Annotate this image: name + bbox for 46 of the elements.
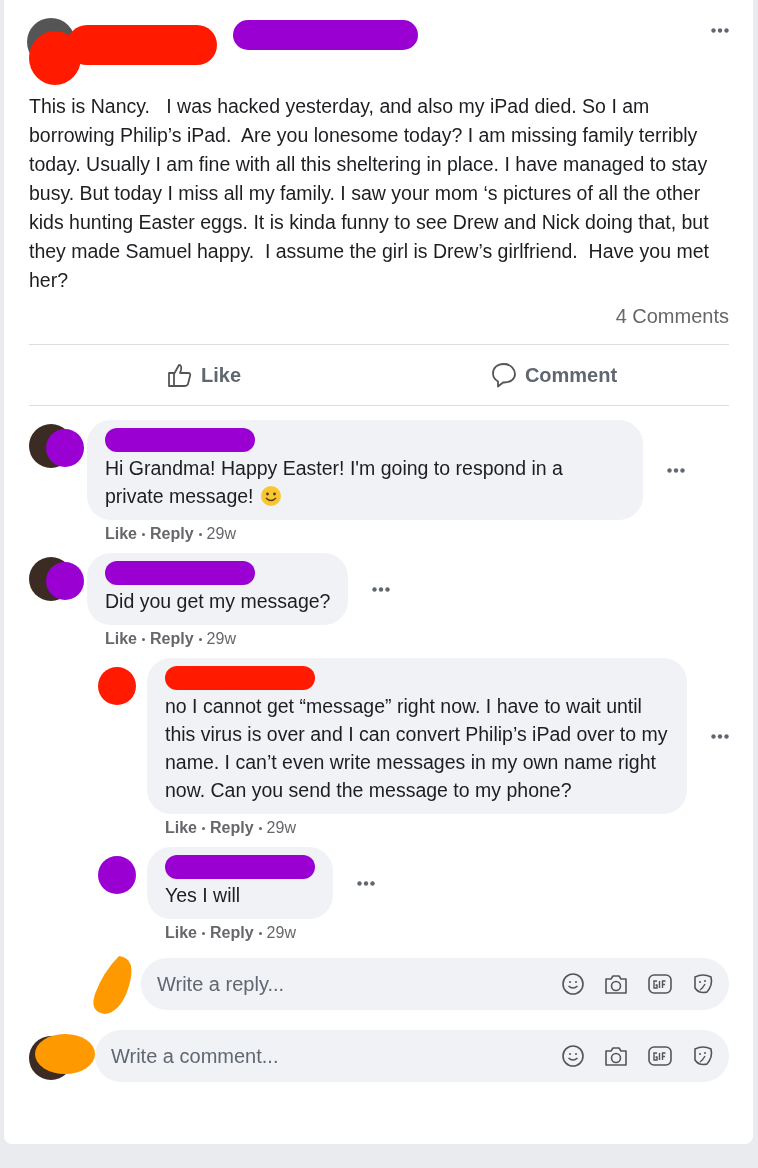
separator-dot-icon [142,532,145,536]
reply-link[interactable]: Reply [210,819,254,837]
separator-dot-icon [258,931,262,935]
separator-dot-icon [258,826,262,830]
more-options-icon[interactable] [667,467,685,473]
reply-link[interactable]: Reply [150,630,194,648]
comment-count[interactable]: 4 Comments [615,305,729,328]
more-options-icon[interactable] [372,586,391,592]
like-button[interactable]: Like [29,351,379,399]
camera-icon[interactable] [603,972,629,996]
gif-icon[interactable] [647,1044,673,1068]
thumbs-up-icon [167,362,193,388]
comment-text: no I cannot get “message” right now. I have to wait until this virus is over and I can convert Philip’s iPad over to my name. I can’t even write messages in my own name right now. Can you send the message to my phone? [165,694,669,803]
comment-time: 29w [266,924,296,942]
comment-time: 29w [206,525,236,543]
separator-dot-icon [142,637,145,641]
sticker-icon[interactable] [691,972,715,996]
comment-button[interactable]: Comment [379,351,729,399]
like-link[interactable]: Like [165,924,197,942]
separator-dot-icon [198,637,202,641]
speech-bubble-icon [490,362,517,388]
like-link[interactable]: Like [105,525,137,543]
separator-dot-icon [202,931,205,935]
comment-time: 29w [206,630,236,648]
comment-text: Hi Grandma! Happy Easter! I'm going to respond in a private message! [105,456,564,509]
emoji-icon[interactable] [561,972,585,996]
reply-link[interactable]: Reply [150,525,194,543]
like-link[interactable]: Like [105,630,137,648]
comment-text: Yes I will [165,883,241,908]
comment-field[interactable]: Write a comment... [95,1030,729,1082]
sticker-icon[interactable] [691,1044,715,1068]
reply-field[interactable]: Write a reply... [141,958,729,1010]
smiley-emoji-icon [259,485,282,507]
more-options-icon[interactable] [711,733,729,739]
comment-time: 29w [266,819,296,837]
reply-link[interactable]: Reply [210,924,254,942]
gif-icon[interactable] [647,972,673,996]
emoji-icon[interactable] [561,1044,585,1068]
like-link[interactable]: Like [165,819,197,837]
camera-icon[interactable] [603,1044,629,1068]
more-options-icon[interactable] [711,27,729,33]
separator-dot-icon [202,826,205,830]
post-text: This is Nancy. I was hacked yesterday, and also my iPad died. So I am borrowing Philip’s iPad. Are you lonesome today? I am missing family terribly today. Usually I am fine with all this sheltering in place. I have managed to stay busy. But today I miss all my family. I saw your mom ‘s pictures of all the other kids hunting Easter eggs. It is kinda funny to see Drew and Nick doing that, but they made Samuel happy. I assume the girl is Drew’s girlfriend. Have you met her? [29,94,710,293]
separator-dot-icon [198,532,202,536]
comment-text: Did you get my message? [105,589,331,614]
more-options-icon[interactable] [357,880,375,886]
